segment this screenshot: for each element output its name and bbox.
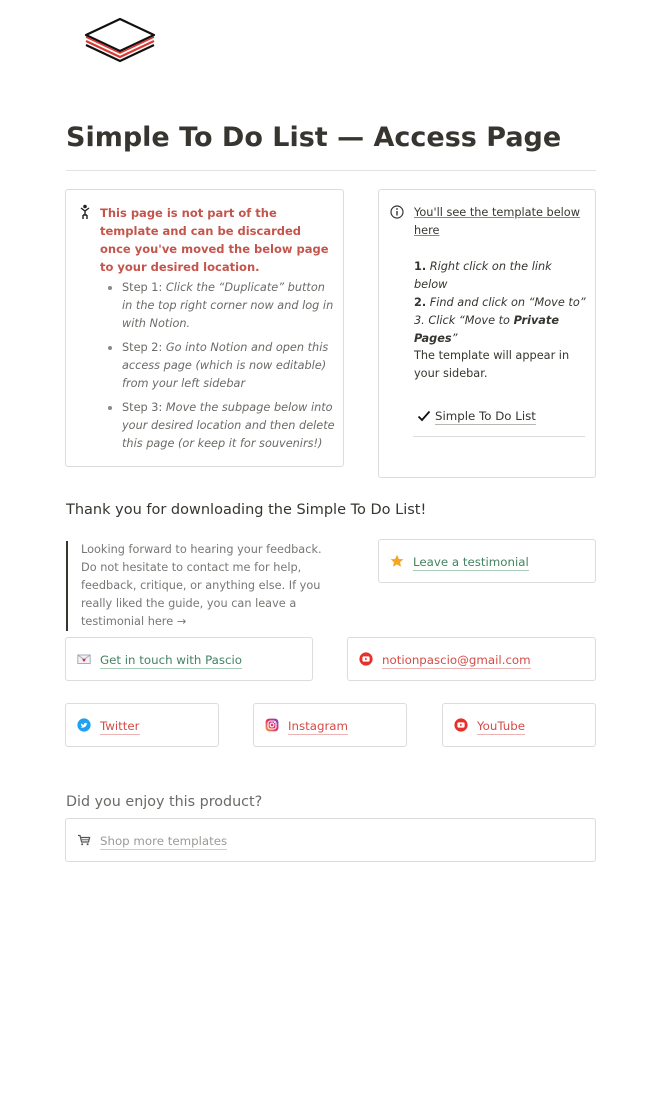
- info-icon: [390, 205, 404, 219]
- shop-label: Shop more templates: [100, 834, 228, 850]
- email-label: notionpascio@gmail.com: [382, 653, 531, 669]
- simple-to-do-list-page-link[interactable]: Simple To Do List: [413, 403, 585, 437]
- move-instructions: 1. Right click on the link below 2. Find…: [414, 258, 586, 348]
- pin-figure-icon: [80, 204, 90, 219]
- step-item: Step 3: Move the subpage below into your…: [100, 399, 336, 453]
- envelope-heart-icon: [77, 654, 91, 664]
- testimonial-label: Leave a testimonial: [413, 555, 529, 571]
- instruction-line: 3. Click “Move to Private Pages”: [414, 314, 559, 345]
- leave-testimonial-link[interactable]: Leave a testimonial: [378, 539, 596, 583]
- twitter-label: Twitter: [100, 719, 140, 735]
- page-title: Simple To Do List — Access Page: [66, 122, 562, 153]
- step-item: Step 1: Click the “Duplicate” button in …: [100, 279, 336, 333]
- sidebar-note: The template will appear in your sidebar…: [414, 349, 570, 380]
- instagram-icon: [265, 718, 279, 732]
- discard-warning: This page is not part of the template an…: [100, 206, 329, 274]
- contact-label: Get in touch with Pascio: [100, 653, 243, 669]
- youtube-link[interactable]: YouTube: [442, 703, 596, 747]
- feedback-quote: Looking forward to hearing your feedback…: [66, 541, 338, 631]
- email-link[interactable]: notionpascio@gmail.com: [347, 637, 596, 681]
- instagram-link[interactable]: Instagram: [253, 703, 407, 747]
- youtube-label: YouTube: [477, 719, 525, 735]
- thanks-heading: Thank you for downloading the Simple To …: [66, 502, 427, 518]
- youtube-icon: [454, 718, 468, 732]
- shop-templates-link[interactable]: Shop more templates: [65, 818, 596, 862]
- shopping-cart-icon: [78, 834, 91, 846]
- instruction-line: 1. Right click on the link below: [414, 260, 552, 291]
- instruction-line: 2. Find and click on “Move to”: [414, 296, 586, 309]
- checkmark-icon: [417, 410, 431, 422]
- contact-link[interactable]: Get in touch with Pascio: [65, 637, 313, 681]
- step-item: Step 2: Go into Notion and open this acc…: [100, 339, 336, 393]
- see-template-note: You'll see the template below here: [414, 206, 580, 237]
- layered-stack-logo: [84, 17, 156, 63]
- steps-list: Step 1: Click the “Duplicate” button in …: [100, 279, 336, 459]
- youtube-icon: [359, 652, 373, 666]
- enjoy-heading: Did you enjoy this product?: [66, 794, 263, 810]
- right-callout: You'll see the template below here 1. Ri…: [378, 189, 596, 478]
- instagram-label: Instagram: [288, 719, 349, 735]
- left-callout: This page is not part of the template an…: [65, 189, 344, 467]
- page-link-label: Simple To Do List: [435, 409, 536, 425]
- twitter-link[interactable]: Twitter: [65, 703, 219, 747]
- twitter-icon: [77, 718, 91, 732]
- star-icon: [390, 554, 404, 567]
- title-divider: [66, 170, 596, 171]
